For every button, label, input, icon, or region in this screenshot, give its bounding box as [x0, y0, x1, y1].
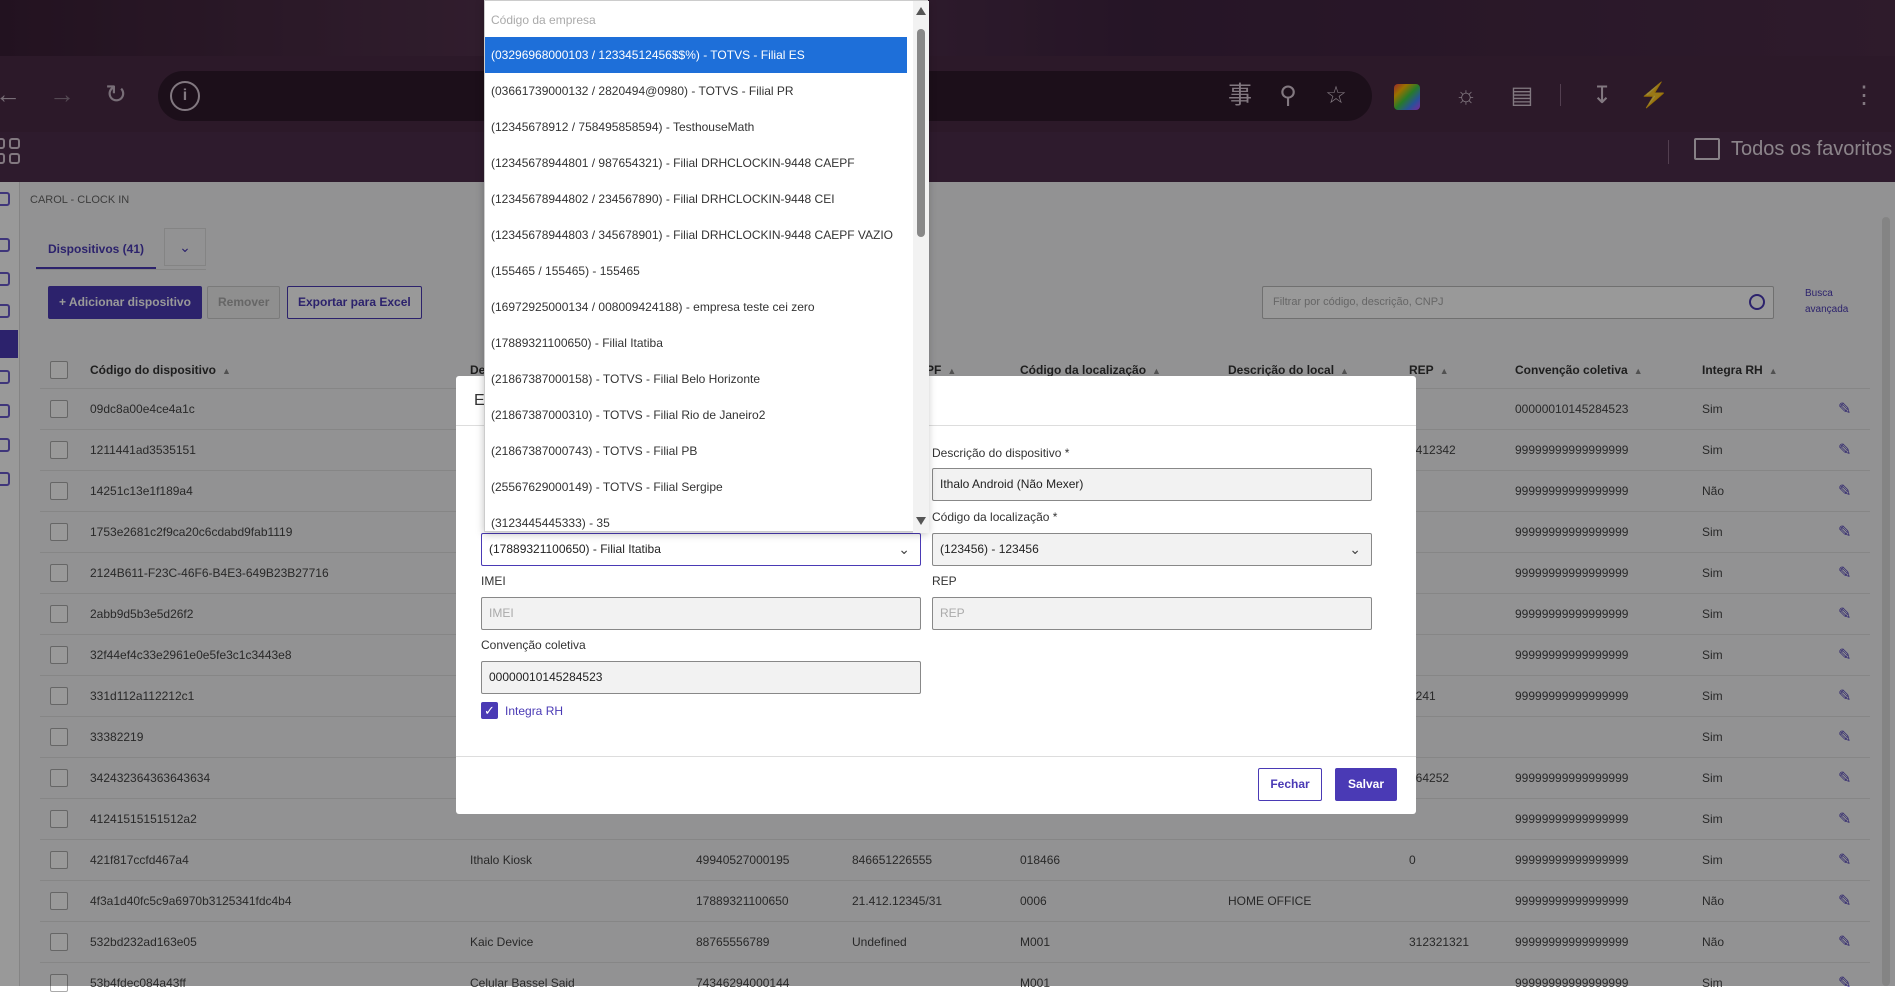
- scrollbar-thumb[interactable]: [917, 29, 925, 237]
- device-description-label: Descrição do dispositivo *: [932, 446, 1070, 460]
- close-button[interactable]: Fechar: [1258, 768, 1322, 801]
- dropdown-option[interactable]: (16972925000134 / 008009424188) - empres…: [485, 289, 907, 325]
- convention-input[interactable]: 00000010145284523: [481, 661, 921, 694]
- rep-label: REP: [932, 574, 957, 588]
- dropdown-option[interactable]: (3123445445333) - 35: [485, 505, 907, 541]
- dropdown-scrollbar[interactable]: [913, 1, 929, 533]
- dropdown-option[interactable]: (12345678912 / 758495858594) - Testhouse…: [485, 109, 907, 145]
- modal-footer-divider: [456, 756, 1416, 757]
- dropdown-option[interactable]: (12345678944803 / 345678901) - Filial DR…: [485, 217, 907, 253]
- company-select-value: (17889321100650) - Filial Itatiba: [489, 542, 661, 556]
- dropdown-search-input[interactable]: Código da empresa: [485, 1, 905, 37]
- convention-label: Convenção coletiva: [481, 638, 586, 652]
- location-code-label: Código da localização *: [932, 510, 1058, 524]
- company-dropdown-list: Código da empresa (03296968000103 / 1233…: [484, 0, 929, 533]
- dropdown-option[interactable]: (17889321100650) - Filial Itatiba: [485, 325, 907, 361]
- dropdown-option[interactable]: (21867387000743) - TOTVS - Filial PB: [485, 433, 907, 469]
- chevron-down-icon[interactable]: ⌄: [1349, 534, 1361, 565]
- dropdown-option[interactable]: (21867387000158) - TOTVS - Filial Belo H…: [485, 361, 907, 397]
- imei-input[interactable]: IMEI: [481, 597, 921, 630]
- dropdown-option[interactable]: (12345678944802 / 234567890) - Filial DR…: [485, 181, 907, 217]
- integra-rh-label[interactable]: Integra RH: [505, 704, 563, 718]
- dropdown-option[interactable]: (12345678944801 / 987654321) - Filial DR…: [485, 145, 907, 181]
- location-select-value: (123456) - 123456: [940, 542, 1039, 556]
- dropdown-option[interactable]: (25567629000149) - TOTVS - Filial Sergip…: [485, 469, 907, 505]
- scroll-down-arrow-icon[interactable]: [916, 517, 926, 525]
- imei-label: IMEI: [481, 574, 506, 588]
- dropdown-option[interactable]: (03661739000132 / 2820494@0980) - TOTVS …: [485, 73, 907, 109]
- dropdown-option[interactable]: (155465 / 155465) - 155465: [485, 253, 907, 289]
- integra-rh-checkbox[interactable]: ✓: [481, 702, 498, 719]
- save-button[interactable]: Salvar: [1335, 768, 1397, 801]
- location-code-select[interactable]: (123456) - 123456 ⌄: [932, 533, 1372, 566]
- scroll-up-arrow-icon[interactable]: [916, 7, 926, 15]
- dropdown-option[interactable]: (21867387000310) - TOTVS - Filial Rio de…: [485, 397, 907, 433]
- device-description-input[interactable]: Ithalo Android (Não Mexer): [932, 468, 1372, 501]
- dropdown-option[interactable]: (03296968000103 / 12334512456$$%) - TOTV…: [485, 37, 907, 73]
- rep-input[interactable]: REP: [932, 597, 1372, 630]
